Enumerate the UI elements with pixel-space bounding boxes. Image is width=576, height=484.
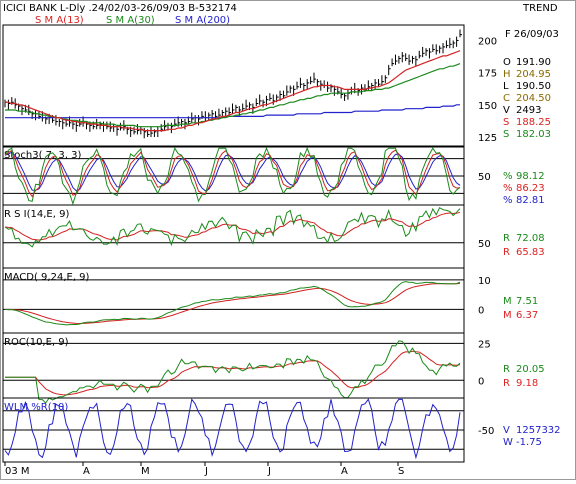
y-tick-label: 0	[478, 305, 484, 316]
ma-legend: S M A(13) S M A(30) S M A(200)	[35, 15, 230, 26]
y-tick-label: 175	[478, 69, 497, 80]
readout-value: 188.25	[516, 117, 551, 128]
y-tick-label: 25	[478, 339, 491, 350]
y-tick-label: 200	[478, 36, 497, 47]
chart-frame: ICICI BANK L-Dly .24/02/03-26/09/03 B-53…	[0, 0, 576, 480]
readout-value: 191.90	[516, 57, 551, 68]
readout-key: R	[503, 247, 510, 258]
readout-value: -1.75	[516, 437, 542, 448]
x-tick-label: J	[267, 466, 271, 477]
y-tick-label: 50	[478, 172, 491, 183]
readout-key: R	[503, 233, 510, 244]
readout-value: 65.83	[516, 247, 545, 258]
readout-value: 190.50	[516, 81, 551, 92]
readout-key: %	[503, 171, 513, 182]
readout-key: R	[503, 378, 510, 389]
x-tick-label: M	[141, 466, 150, 477]
y-tick-label: -50	[478, 426, 494, 437]
x-tick-label: A	[341, 466, 348, 477]
macd-title: MACD( 9,24,E, 9)	[4, 272, 90, 283]
readout-key: C	[503, 93, 510, 104]
readout-value: 82.81	[516, 195, 545, 206]
readout-value: 1257332	[516, 425, 561, 436]
x-tick-label: J	[204, 466, 208, 477]
rsi-title: R S I(14,E, 9)	[4, 209, 69, 220]
roc-title: ROC(10,E, 9)	[4, 337, 69, 348]
readout-key: M	[503, 310, 512, 321]
readout-key: V	[503, 425, 510, 436]
trend-label: TREND	[522, 3, 558, 14]
ma-legend-label: S M A(13)	[35, 15, 84, 26]
readout-key: R	[503, 364, 510, 375]
ma-legend-label: S M A(30)	[106, 15, 155, 26]
wlm-title: WLM %R(10)	[4, 402, 68, 413]
readout-key: H	[503, 69, 511, 80]
y-tick-label: 150	[478, 101, 497, 112]
readout-key: M	[503, 296, 512, 307]
readout-value: 98.12	[516, 171, 545, 182]
price-date-label: F 26/09/03	[505, 29, 559, 40]
readout-key: %	[503, 195, 513, 206]
y-tick-label: 125	[478, 133, 497, 144]
readout-value: 204.95	[516, 69, 551, 80]
readout-value: 6.37	[516, 310, 538, 321]
readout-key: V	[503, 105, 510, 116]
readout-key: L	[503, 81, 509, 92]
x-tick-label: 03 M	[5, 466, 30, 477]
readout-value: 182.03	[516, 129, 551, 140]
y-tick-label: 10	[478, 276, 491, 287]
readout-key: O	[503, 57, 511, 68]
y-tick-label: 50	[478, 239, 491, 250]
readout-key: S	[503, 129, 509, 140]
x-tick-label: A	[83, 466, 90, 477]
readout-key: S	[503, 117, 509, 128]
ma-legend-label: S M A(200)	[175, 15, 230, 26]
y-tick-label: 0	[478, 376, 484, 387]
readout-value: 9.18	[516, 378, 538, 389]
readout-value: 72.08	[516, 233, 545, 244]
readout-value: 86.23	[516, 183, 545, 194]
readout-value: 2493	[516, 105, 541, 116]
readout-value: 204.50	[516, 93, 551, 104]
chart-title: ICICI BANK L-Dly .24/02/03-26/09/03 B-53…	[3, 3, 237, 14]
readout-key: W	[503, 437, 513, 448]
readout-key: %	[503, 183, 513, 194]
x-tick-label: S	[398, 466, 404, 477]
technical-chart: ICICI BANK L-Dly .24/02/03-26/09/03 B-53…	[0, 0, 576, 480]
readout-value: 20.05	[516, 364, 545, 375]
readout-value: 7.51	[516, 296, 538, 307]
